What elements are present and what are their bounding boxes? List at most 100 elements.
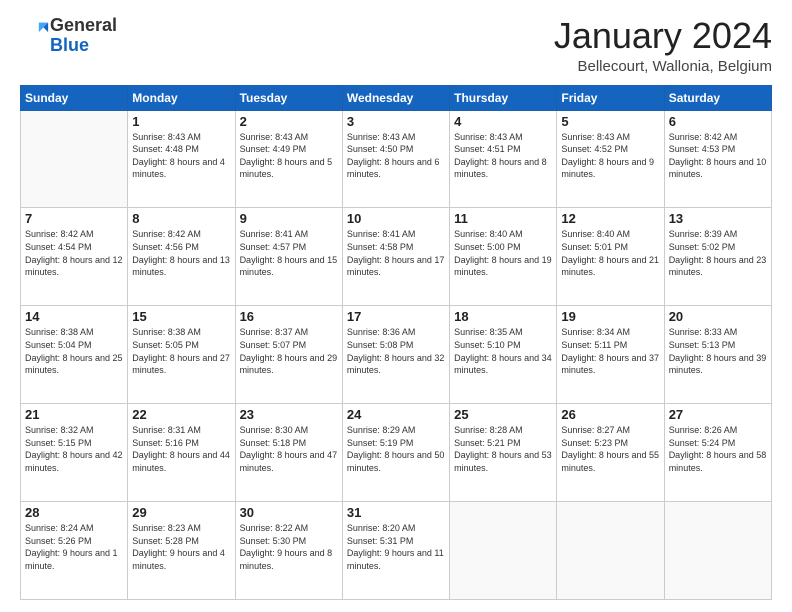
location-text: Bellecourt, Wallonia, Belgium (554, 58, 772, 75)
col-saturday: Saturday (664, 85, 771, 110)
day-info: Sunrise: 8:30 AM Sunset: 5:18 PM Dayligh… (240, 424, 338, 474)
calendar-header-row: Sunday Monday Tuesday Wednesday Thursday… (21, 85, 772, 110)
day-number: 4 (454, 114, 552, 129)
day-info: Sunrise: 8:29 AM Sunset: 5:19 PM Dayligh… (347, 424, 445, 474)
table-row (664, 502, 771, 600)
day-info: Sunrise: 8:23 AM Sunset: 5:28 PM Dayligh… (132, 522, 230, 572)
day-number: 15 (132, 309, 230, 324)
day-number: 31 (347, 505, 445, 520)
day-info: Sunrise: 8:42 AM Sunset: 4:54 PM Dayligh… (25, 228, 123, 278)
col-thursday: Thursday (450, 85, 557, 110)
day-number: 17 (347, 309, 445, 324)
day-number: 28 (25, 505, 123, 520)
day-info: Sunrise: 8:43 AM Sunset: 4:48 PM Dayligh… (132, 131, 230, 181)
table-row: 10 Sunrise: 8:41 AM Sunset: 4:58 PM Dayli… (342, 208, 449, 306)
logo: General Blue (20, 16, 117, 56)
day-info: Sunrise: 8:39 AM Sunset: 5:02 PM Dayligh… (669, 228, 767, 278)
day-info: Sunrise: 8:22 AM Sunset: 5:30 PM Dayligh… (240, 522, 338, 572)
table-row: 8 Sunrise: 8:42 AM Sunset: 4:56 PM Daylig… (128, 208, 235, 306)
table-row: 19Sunrise: 8:34 AM Sunset: 5:11 PM Dayli… (557, 306, 664, 404)
day-number: 9 (240, 211, 338, 226)
table-row: 11Sunrise: 8:40 AM Sunset: 5:00 PM Dayli… (450, 208, 557, 306)
calendar-row: 21Sunrise: 8:32 AM Sunset: 5:15 PM Dayli… (21, 404, 772, 502)
day-number: 21 (25, 407, 123, 422)
day-info: Sunrise: 8:41 AM Sunset: 4:58 PM Dayligh… (347, 228, 445, 278)
table-row: 14Sunrise: 8:38 AM Sunset: 5:04 PM Dayli… (21, 306, 128, 404)
day-number: 22 (132, 407, 230, 422)
table-row: 12 Sunrise: 8:40 AM Sunset: 5:01 PM Dayli… (557, 208, 664, 306)
day-info: Sunrise: 8:42 AM Sunset: 4:53 PM Dayligh… (669, 131, 767, 181)
day-number: 3 (347, 114, 445, 129)
day-number: 12 (561, 211, 659, 226)
table-row: 3Sunrise: 8:43 AM Sunset: 4:50 PM Daylig… (342, 110, 449, 208)
day-info: Sunrise: 8:42 AM Sunset: 4:56 PM Dayligh… (132, 228, 230, 278)
day-info: Sunrise: 8:35 AM Sunset: 5:10 PM Dayligh… (454, 326, 552, 376)
day-number: 20 (669, 309, 767, 324)
table-row: 20 Sunrise: 8:33 AM Sunset: 5:13 PM Dayli… (664, 306, 771, 404)
col-friday: Friday (557, 85, 664, 110)
day-info: Sunrise: 8:24 AM Sunset: 5:26 PM Dayligh… (25, 522, 123, 572)
header: General Blue January 2024 Bellecourt, Wa… (20, 16, 772, 75)
logo-blue-text: Blue (50, 35, 89, 55)
table-row: 9 Sunrise: 8:41 AM Sunset: 4:57 PM Daylig… (235, 208, 342, 306)
day-info: Sunrise: 8:31 AM Sunset: 5:16 PM Dayligh… (132, 424, 230, 474)
calendar-row: 1 Sunrise: 8:43 AM Sunset: 4:48 PM Daylig… (21, 110, 772, 208)
day-number: 2 (240, 114, 338, 129)
calendar-table: Sunday Monday Tuesday Wednesday Thursday… (20, 85, 772, 600)
day-info: Sunrise: 8:38 AM Sunset: 5:05 PM Dayligh… (132, 326, 230, 376)
calendar-row: 28 Sunrise: 8:24 AM Sunset: 5:26 PM Dayli… (21, 502, 772, 600)
table-row (21, 110, 128, 208)
col-tuesday: Tuesday (235, 85, 342, 110)
day-info: Sunrise: 8:38 AM Sunset: 5:04 PM Dayligh… (25, 326, 123, 376)
table-row (450, 502, 557, 600)
table-row: 6 Sunrise: 8:42 AM Sunset: 4:53 PM Daylig… (664, 110, 771, 208)
day-number: 5 (561, 114, 659, 129)
table-row: 18 Sunrise: 8:35 AM Sunset: 5:10 PM Dayli… (450, 306, 557, 404)
day-number: 1 (132, 114, 230, 129)
table-row: 28 Sunrise: 8:24 AM Sunset: 5:26 PM Dayli… (21, 502, 128, 600)
page: General Blue January 2024 Bellecourt, Wa… (0, 0, 792, 612)
day-number: 29 (132, 505, 230, 520)
day-number: 19 (561, 309, 659, 324)
day-number: 23 (240, 407, 338, 422)
day-number: 24 (347, 407, 445, 422)
day-info: Sunrise: 8:41 AM Sunset: 4:57 PM Dayligh… (240, 228, 338, 278)
day-number: 11 (454, 211, 552, 226)
table-row: 22 Sunrise: 8:31 AM Sunset: 5:16 PM Dayli… (128, 404, 235, 502)
day-number: 10 (347, 211, 445, 226)
day-number: 25 (454, 407, 552, 422)
logo-icon (22, 19, 50, 47)
day-info: Sunrise: 8:28 AM Sunset: 5:21 PM Dayligh… (454, 424, 552, 474)
day-number: 8 (132, 211, 230, 226)
table-row: 26 Sunrise: 8:27 AM Sunset: 5:23 PM Dayli… (557, 404, 664, 502)
day-number: 18 (454, 309, 552, 324)
table-row (557, 502, 664, 600)
day-info: Sunrise: 8:36 AM Sunset: 5:08 PM Dayligh… (347, 326, 445, 376)
table-row: 2Sunrise: 8:43 AM Sunset: 4:49 PM Daylig… (235, 110, 342, 208)
day-info: Sunrise: 8:20 AM Sunset: 5:31 PM Dayligh… (347, 522, 445, 572)
table-row: 1 Sunrise: 8:43 AM Sunset: 4:48 PM Daylig… (128, 110, 235, 208)
calendar-row: 14Sunrise: 8:38 AM Sunset: 5:04 PM Dayli… (21, 306, 772, 404)
day-info: Sunrise: 8:33 AM Sunset: 5:13 PM Dayligh… (669, 326, 767, 376)
day-info: Sunrise: 8:26 AM Sunset: 5:24 PM Dayligh… (669, 424, 767, 474)
col-wednesday: Wednesday (342, 85, 449, 110)
logo-general-text: General (50, 15, 117, 35)
table-row: 7Sunrise: 8:42 AM Sunset: 4:54 PM Daylig… (21, 208, 128, 306)
title-block: January 2024 Bellecourt, Wallonia, Belgi… (554, 16, 772, 75)
day-info: Sunrise: 8:27 AM Sunset: 5:23 PM Dayligh… (561, 424, 659, 474)
table-row: 30Sunrise: 8:22 AM Sunset: 5:30 PM Dayli… (235, 502, 342, 600)
day-info: Sunrise: 8:43 AM Sunset: 4:52 PM Dayligh… (561, 131, 659, 181)
table-row: 15 Sunrise: 8:38 AM Sunset: 5:05 PM Dayli… (128, 306, 235, 404)
table-row: 25 Sunrise: 8:28 AM Sunset: 5:21 PM Dayli… (450, 404, 557, 502)
day-number: 27 (669, 407, 767, 422)
table-row: 4 Sunrise: 8:43 AM Sunset: 4:51 PM Daylig… (450, 110, 557, 208)
table-row: 13Sunrise: 8:39 AM Sunset: 5:02 PM Dayli… (664, 208, 771, 306)
table-row: 29 Sunrise: 8:23 AM Sunset: 5:28 PM Dayli… (128, 502, 235, 600)
table-row: 17 Sunrise: 8:36 AM Sunset: 5:08 PM Dayli… (342, 306, 449, 404)
col-sunday: Sunday (21, 85, 128, 110)
day-info: Sunrise: 8:40 AM Sunset: 5:01 PM Dayligh… (561, 228, 659, 278)
day-info: Sunrise: 8:43 AM Sunset: 4:51 PM Dayligh… (454, 131, 552, 181)
day-info: Sunrise: 8:37 AM Sunset: 5:07 PM Dayligh… (240, 326, 338, 376)
day-number: 26 (561, 407, 659, 422)
day-number: 6 (669, 114, 767, 129)
